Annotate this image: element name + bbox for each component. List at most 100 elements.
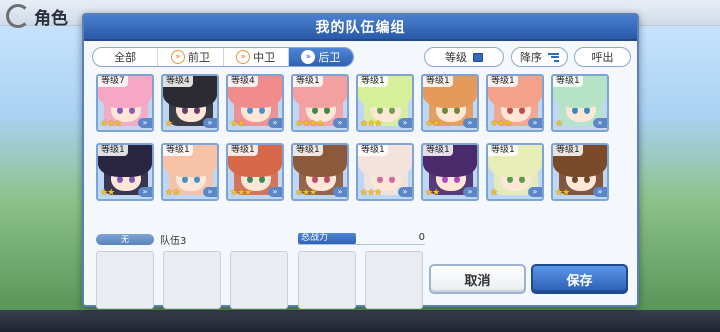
character-card[interactable]: 等级1 ★★★ » (486, 74, 544, 132)
character-level: 等级1 (293, 145, 323, 156)
character-level: 等级1 (163, 145, 193, 156)
character-stars: ★★★ (230, 188, 252, 198)
rank-arrow-icon: » (333, 187, 347, 197)
cancel-button[interactable]: 取消 (429, 264, 526, 294)
rank-arrow-icon: » (138, 187, 152, 197)
call-button-label: 呼出 (591, 51, 614, 64)
character-level: 等级1 (293, 76, 323, 87)
sort-key-icon (473, 52, 483, 62)
total-power-label: 总战力 (298, 233, 356, 244)
call-button[interactable]: 呼出 (574, 47, 631, 67)
total-power-value: 0 (418, 232, 425, 243)
team-slot-1[interactable] (96, 251, 154, 309)
character-level: 等级7 (98, 76, 128, 87)
tab-all-label: 全部 (114, 51, 137, 64)
character-card[interactable]: 等级4 ★ » (161, 74, 219, 132)
character-card[interactable]: 等级1 ★ » (551, 74, 609, 132)
character-stars: ★★ (555, 188, 570, 198)
character-stars: ★ (490, 188, 498, 198)
character-level: 等级1 (423, 145, 453, 156)
position-back-icon: » (301, 50, 316, 64)
character-stars: ★★★ (360, 188, 382, 198)
sort-key-label: 等级 (445, 51, 467, 64)
character-card[interactable]: 等级1 ★★ » (551, 143, 609, 201)
rank-arrow-icon: » (398, 187, 412, 197)
background-screen-title: 角色 (6, 2, 68, 30)
character-card[interactable]: 等级1 ★★★ » (226, 143, 284, 201)
position-filter-tabs: 全部 » 前卫 » 中卫 » 后卫 (92, 47, 354, 67)
character-card[interactable]: 等级1 ★★★ » (356, 143, 414, 201)
rank-arrow-icon: » (528, 118, 542, 128)
team-info: 无 队伍3 (96, 233, 291, 247)
rank-arrow-icon: » (268, 187, 282, 197)
rank-arrow-icon: » (138, 118, 152, 128)
team-slot-4[interactable] (298, 251, 356, 309)
character-level: 等级4 (163, 76, 193, 87)
character-card[interactable]: 等级1 ★★★★ » (291, 74, 349, 132)
tab-back-label: 后卫 (318, 51, 341, 64)
team-tag: 无 (96, 233, 154, 245)
character-stars: ★★★ (490, 119, 512, 129)
character-stars: ★★ (425, 119, 440, 129)
character-level: 等级1 (423, 76, 453, 87)
character-card[interactable]: 等级1 ★★★ » (356, 74, 414, 132)
rank-arrow-icon: » (203, 118, 217, 128)
sort-lines-icon (548, 52, 559, 62)
team-slot-2[interactable] (163, 251, 221, 309)
character-stars: ★★★★ (295, 119, 324, 129)
rank-arrow-icon: » (593, 118, 607, 128)
character-level: 等级1 (488, 145, 518, 156)
character-stars: ★ (165, 119, 173, 129)
character-card[interactable]: 等级1 ★★ » (421, 143, 479, 201)
character-card[interactable]: 等级1 ★★ » (421, 74, 479, 132)
character-card[interactable]: 等级4 ★★ » (226, 74, 284, 132)
dialog-title: 我的队伍编组 (84, 15, 637, 41)
character-stars: ★★★ (100, 119, 122, 129)
character-level: 等级1 (488, 76, 518, 87)
tab-middle-label: 中卫 (253, 51, 276, 64)
filter-toolbar: 全部 » 前卫 » 中卫 » 后卫 等级 降序 呼出 (92, 47, 631, 69)
sort-key-button[interactable]: 等级 (424, 47, 504, 67)
tab-all[interactable]: 全部 (93, 48, 159, 66)
team-slot-5[interactable] (365, 251, 423, 309)
rank-arrow-icon: » (333, 118, 347, 128)
team-name: 队伍3 (160, 235, 187, 247)
character-card[interactable]: 等级1 ★ » (486, 143, 544, 201)
total-power-bar: 总战力 0 (298, 232, 425, 245)
position-middle-icon: » (236, 50, 251, 64)
character-level: 等级1 (358, 76, 388, 87)
character-level: 等级1 (358, 145, 388, 156)
character-card[interactable]: 等级1 ★★ » (96, 143, 154, 201)
position-front-icon: » (170, 50, 185, 64)
character-stars: ★ (555, 119, 563, 129)
rank-arrow-icon: » (463, 118, 477, 128)
character-grid: 等级7 ★★★» 等级4 ★» 等级4 ★★» 等级1 ★★★★» 等级1 ★★★» 等级1 ★★» 等… (96, 74, 616, 212)
tab-front[interactable]: » 前卫 (158, 48, 224, 66)
character-level: 等级1 (553, 76, 583, 87)
background-bottom-nav (0, 310, 720, 332)
rank-arrow-icon: » (268, 118, 282, 128)
team-slot-3[interactable] (230, 251, 288, 309)
character-card[interactable]: 等级1 ★★★ » (291, 143, 349, 201)
character-level: 等级1 (553, 145, 583, 156)
tab-middle[interactable]: » 中卫 (224, 48, 289, 66)
rank-arrow-icon: » (463, 187, 477, 197)
tab-front-label: 前卫 (187, 51, 210, 64)
tab-back[interactable]: » 后卫 (288, 48, 353, 66)
character-stars: ★★ (100, 188, 115, 198)
save-button[interactable]: 保存 (531, 264, 628, 294)
character-level: 等级1 (98, 145, 128, 156)
character-card[interactable]: 等级7 ★★★ » (96, 74, 154, 132)
rank-arrow-icon: » (528, 187, 542, 197)
background-title-text: 角色 (34, 8, 68, 29)
team-edit-dialog: 我的队伍编组 全部 » 前卫 » 中卫 » 后卫 等级 降序 呼出 等级7 ★★… (82, 13, 639, 309)
character-level: 等级1 (228, 145, 258, 156)
rank-arrow-icon: » (398, 118, 412, 128)
character-card[interactable]: 等级1 ★★ » (161, 143, 219, 201)
rank-arrow-icon: » (203, 187, 217, 197)
character-level: 等级4 (228, 76, 258, 87)
character-stars: ★★ (165, 188, 180, 198)
sort-order-button[interactable]: 降序 (511, 47, 568, 67)
rank-arrow-icon: » (593, 187, 607, 197)
character-stars: ★★★ (295, 188, 317, 198)
